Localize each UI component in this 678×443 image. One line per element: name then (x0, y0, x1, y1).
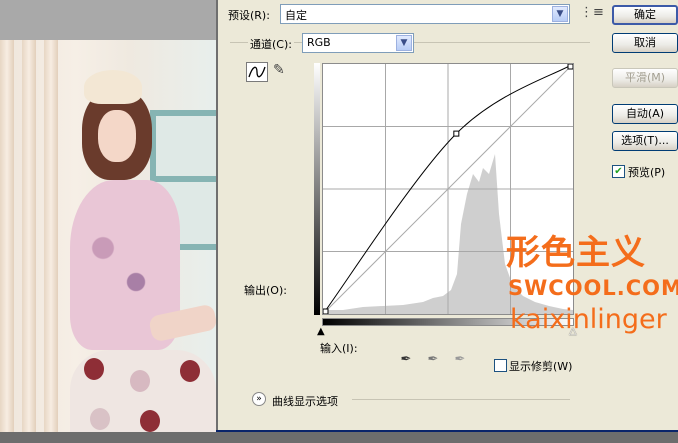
curtain (22, 40, 36, 432)
preview-checkbox[interactable]: ✔ (612, 165, 625, 178)
pencil-icon[interactable]: ✎ (273, 62, 285, 78)
curve-tool-icon[interactable] (246, 62, 268, 82)
show-clipping-label: 显示修剪(W) (509, 360, 573, 373)
stool (70, 350, 216, 432)
curve-control-point[interactable] (567, 63, 574, 70)
output-gradient (314, 63, 320, 315)
input-label: 输入(I): (320, 342, 358, 355)
channel-value: RGB (307, 36, 331, 49)
curve-control-point[interactable] (453, 130, 460, 137)
black-eyedropper-icon[interactable]: ✒ (398, 352, 414, 368)
cancel-button[interactable]: 取消 (612, 33, 678, 53)
preset-value: 自定 (285, 9, 307, 22)
curtain (0, 40, 14, 432)
options-button[interactable]: 选项(T)... (612, 131, 678, 151)
curve-options-label[interactable]: 曲线显示选项 (272, 393, 338, 409)
stool-dot (180, 360, 200, 382)
chevron-down-icon[interactable]: ▼ (552, 6, 568, 22)
workspace-bottom (0, 432, 678, 443)
stool-dot (90, 408, 110, 430)
preset-label: 预设(R): (228, 9, 270, 22)
gray-eyedropper-icon[interactable]: ✒ (425, 352, 441, 368)
watermark-site: SWCOOL.COM (508, 276, 678, 300)
preset-select[interactable]: 自定 ▼ (280, 4, 570, 24)
output-label: 输出(O): (244, 284, 287, 297)
preset-menu-icon[interactable]: ⋮≡ (580, 5, 604, 20)
channel-select[interactable]: RGB ▼ (302, 33, 414, 53)
watermark-logo: 形色主义 (506, 233, 646, 273)
black-point-slider[interactable]: ▲ (317, 326, 325, 337)
channel-label: 通道(C): (248, 36, 294, 52)
show-clipping-checkbox[interactable] (494, 359, 507, 372)
canvas-background (0, 0, 216, 40)
stool-dot (84, 358, 104, 380)
photo-canvas (0, 40, 216, 432)
stool-dot (140, 410, 160, 432)
stool-dot (130, 370, 150, 392)
preview-label: 预览(P) (628, 166, 666, 179)
chevron-down-icon[interactable]: ▼ (396, 35, 412, 51)
auto-button[interactable]: 自动(A) (612, 104, 678, 124)
girl-face (98, 110, 136, 162)
watermark-author: kaixinlinger (510, 304, 667, 335)
curtain (44, 40, 58, 432)
group-border (352, 399, 570, 400)
ok-button[interactable]: 确定 (612, 5, 678, 25)
expand-chevron-icon[interactable]: » (252, 392, 266, 406)
curves-dialog: 预设(R): 自定 ▼ ⋮≡ 通道(C): RGB ▼ ✎ 输出(O): ▲ △… (216, 0, 678, 432)
girl-hat (84, 70, 142, 104)
smooth-button[interactable]: 平滑(M) (612, 68, 678, 88)
white-eyedropper-icon[interactable]: ✒ (452, 352, 468, 368)
curve-control-point[interactable] (322, 308, 329, 315)
